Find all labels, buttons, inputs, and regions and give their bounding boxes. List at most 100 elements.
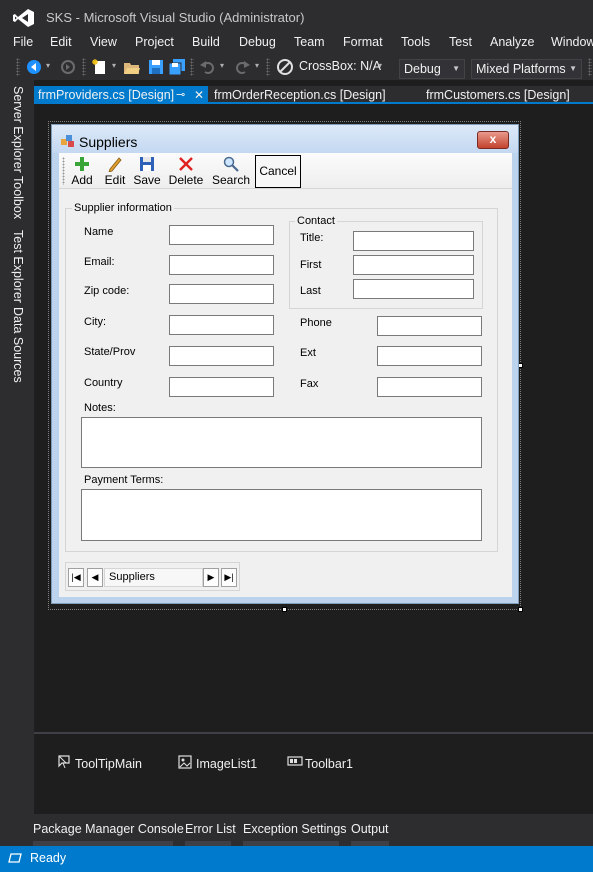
chevron-down-icon: ▼	[452, 64, 460, 73]
menu-view[interactable]: View	[90, 34, 117, 50]
tab-frmproviders-design[interactable]: frmProviders.cs [Design] ⊸ ✕	[34, 86, 208, 104]
tray-item-imagelist1-label: ImageList1	[196, 757, 258, 771]
edit-button[interactable]: Edit	[101, 155, 129, 187]
menu-window[interactable]: Window	[551, 34, 593, 50]
menu-team[interactable]: Team	[294, 34, 325, 50]
resize-handle-bottom[interactable]	[282, 607, 287, 612]
fax-label: Fax	[300, 378, 319, 390]
new-project-icon[interactable]	[91, 58, 109, 76]
ext-input[interactable]	[377, 346, 482, 366]
menu-project[interactable]: Project	[135, 34, 174, 50]
tab-server-explorer[interactable]: Server Explorer	[11, 86, 25, 173]
status-window-icon	[8, 853, 22, 863]
last-name-label: Last	[300, 285, 321, 297]
toolbar-grip-2[interactable]	[82, 58, 86, 76]
redo-dropdown-icon[interactable]: ▾	[255, 61, 259, 70]
tab-frmorderreception-design[interactable]: frmOrderReception.cs [Design]	[214, 86, 386, 104]
add-button[interactable]: Add	[68, 155, 96, 187]
first-name-input[interactable]	[353, 255, 474, 275]
navigate-back-dropdown-icon[interactable]: ▾	[46, 61, 50, 70]
undo-icon[interactable]	[199, 58, 217, 76]
resize-handle-corner[interactable]	[518, 607, 523, 612]
title-label: Title:	[300, 232, 324, 244]
toolbar-grip-4[interactable]	[266, 58, 270, 76]
tab-frmcustomers-design[interactable]: frmCustomers.cs [Design]	[426, 86, 570, 104]
navigate-back-icon[interactable]	[25, 58, 43, 76]
status-text: Ready	[30, 851, 67, 865]
menu-edit[interactable]: Edit	[50, 34, 72, 50]
tab-output[interactable]: Output	[351, 822, 389, 836]
city-input[interactable]	[169, 315, 274, 335]
edit-button-label: Edit	[104, 173, 126, 187]
country-input[interactable]	[169, 377, 274, 397]
previous-record-button[interactable]: ◀	[87, 568, 103, 587]
name-input[interactable]	[169, 225, 274, 245]
tab-toolbox[interactable]: Toolbox	[11, 176, 25, 219]
undo-dropdown-icon[interactable]: ▾	[220, 61, 224, 70]
form-close-button[interactable]: x	[477, 131, 509, 149]
toolbar-grip-5[interactable]	[588, 58, 592, 76]
open-file-icon[interactable]	[123, 58, 141, 76]
add-button-label: Add	[71, 173, 93, 187]
tray-item-tooltipmain-label: ToolTipMain	[75, 757, 142, 771]
toolbar-grip-3[interactable]	[190, 58, 194, 76]
save-icon[interactable]	[147, 58, 165, 76]
toolbar-grip[interactable]	[16, 58, 20, 76]
first-record-button[interactable]: |◀	[68, 568, 84, 587]
search-icon	[223, 156, 239, 172]
form-app-icon	[61, 135, 74, 147]
state-prov-input[interactable]	[169, 346, 274, 366]
zip-code-input[interactable]	[169, 284, 274, 304]
title-input[interactable]	[353, 231, 474, 251]
crossbox-selector[interactable]: CrossBox: N/A	[299, 59, 381, 73]
delete-x-icon	[179, 157, 193, 171]
tab-test-explorer[interactable]: Test Explorer	[11, 230, 25, 303]
tab-error-list[interactable]: Error List	[185, 822, 236, 836]
main-toolbar: ▾ ▾ ▾ ▾ CrossBox: N/A ▾ Debug ▼ Mixed Pl…	[0, 54, 593, 80]
next-record-button[interactable]: ▶	[203, 568, 219, 587]
name-label: Name	[84, 226, 114, 238]
save-all-icon[interactable]	[168, 58, 186, 76]
platform-dropdown[interactable]: Mixed Platforms ▼	[471, 59, 582, 79]
close-icon[interactable]: ✕	[194, 86, 204, 104]
email-input[interactable]	[169, 255, 274, 275]
menu-analyze[interactable]: Analyze	[490, 34, 534, 50]
delete-button-label: Delete	[168, 173, 204, 187]
form-title: Suppliers	[79, 134, 138, 150]
tab-package-manager-console[interactable]: Package Manager Console	[33, 822, 184, 836]
navigator-label: Suppliers	[104, 568, 203, 587]
delete-button[interactable]: Delete	[167, 155, 205, 187]
platform-value: Mixed Platforms	[476, 62, 566, 76]
configuration-dropdown[interactable]: Debug ▼	[399, 59, 465, 79]
supplier-information-title: Supplier information	[72, 202, 174, 214]
last-record-button[interactable]: ▶|	[221, 568, 237, 587]
menu-debug[interactable]: Debug	[239, 34, 276, 50]
form-toolbar-grip	[62, 157, 65, 185]
pin-icon[interactable]: ⊸	[176, 86, 185, 104]
tab-exception-settings[interactable]: Exception Settings	[243, 822, 347, 836]
left-tool-strip: Server Explorer Toolbox Test Explorer Da…	[0, 80, 34, 814]
cancel-button[interactable]: Cancel	[255, 155, 301, 188]
menu-file[interactable]: File	[13, 34, 33, 50]
search-button[interactable]: Search	[212, 155, 250, 187]
save-button[interactable]: Save	[133, 155, 161, 187]
menu-build[interactable]: Build	[192, 34, 220, 50]
phone-input[interactable]	[377, 316, 482, 336]
menu-format[interactable]: Format	[343, 34, 383, 50]
chevron-down-icon: ▼	[569, 64, 577, 73]
fax-input[interactable]	[377, 377, 482, 397]
notes-textarea[interactable]	[81, 417, 482, 468]
tab-data-sources[interactable]: Data Sources	[11, 307, 25, 383]
country-label: Country	[84, 377, 123, 389]
navigate-forward-icon[interactable]	[59, 58, 77, 76]
crossbox-dropdown-icon[interactable]: ▾	[378, 61, 382, 70]
menu-tools[interactable]: Tools	[401, 34, 430, 50]
redo-icon[interactable]	[233, 58, 251, 76]
payment-terms-textarea[interactable]	[81, 489, 482, 541]
new-project-dropdown-icon[interactable]: ▾	[112, 61, 116, 70]
menu-bar: File Edit View Project Build Debug Team …	[0, 34, 593, 54]
first-name-label: First	[300, 259, 322, 271]
menu-test[interactable]: Test	[449, 34, 472, 50]
visual-studio-logo-icon	[13, 9, 34, 27]
last-name-input[interactable]	[353, 279, 474, 299]
